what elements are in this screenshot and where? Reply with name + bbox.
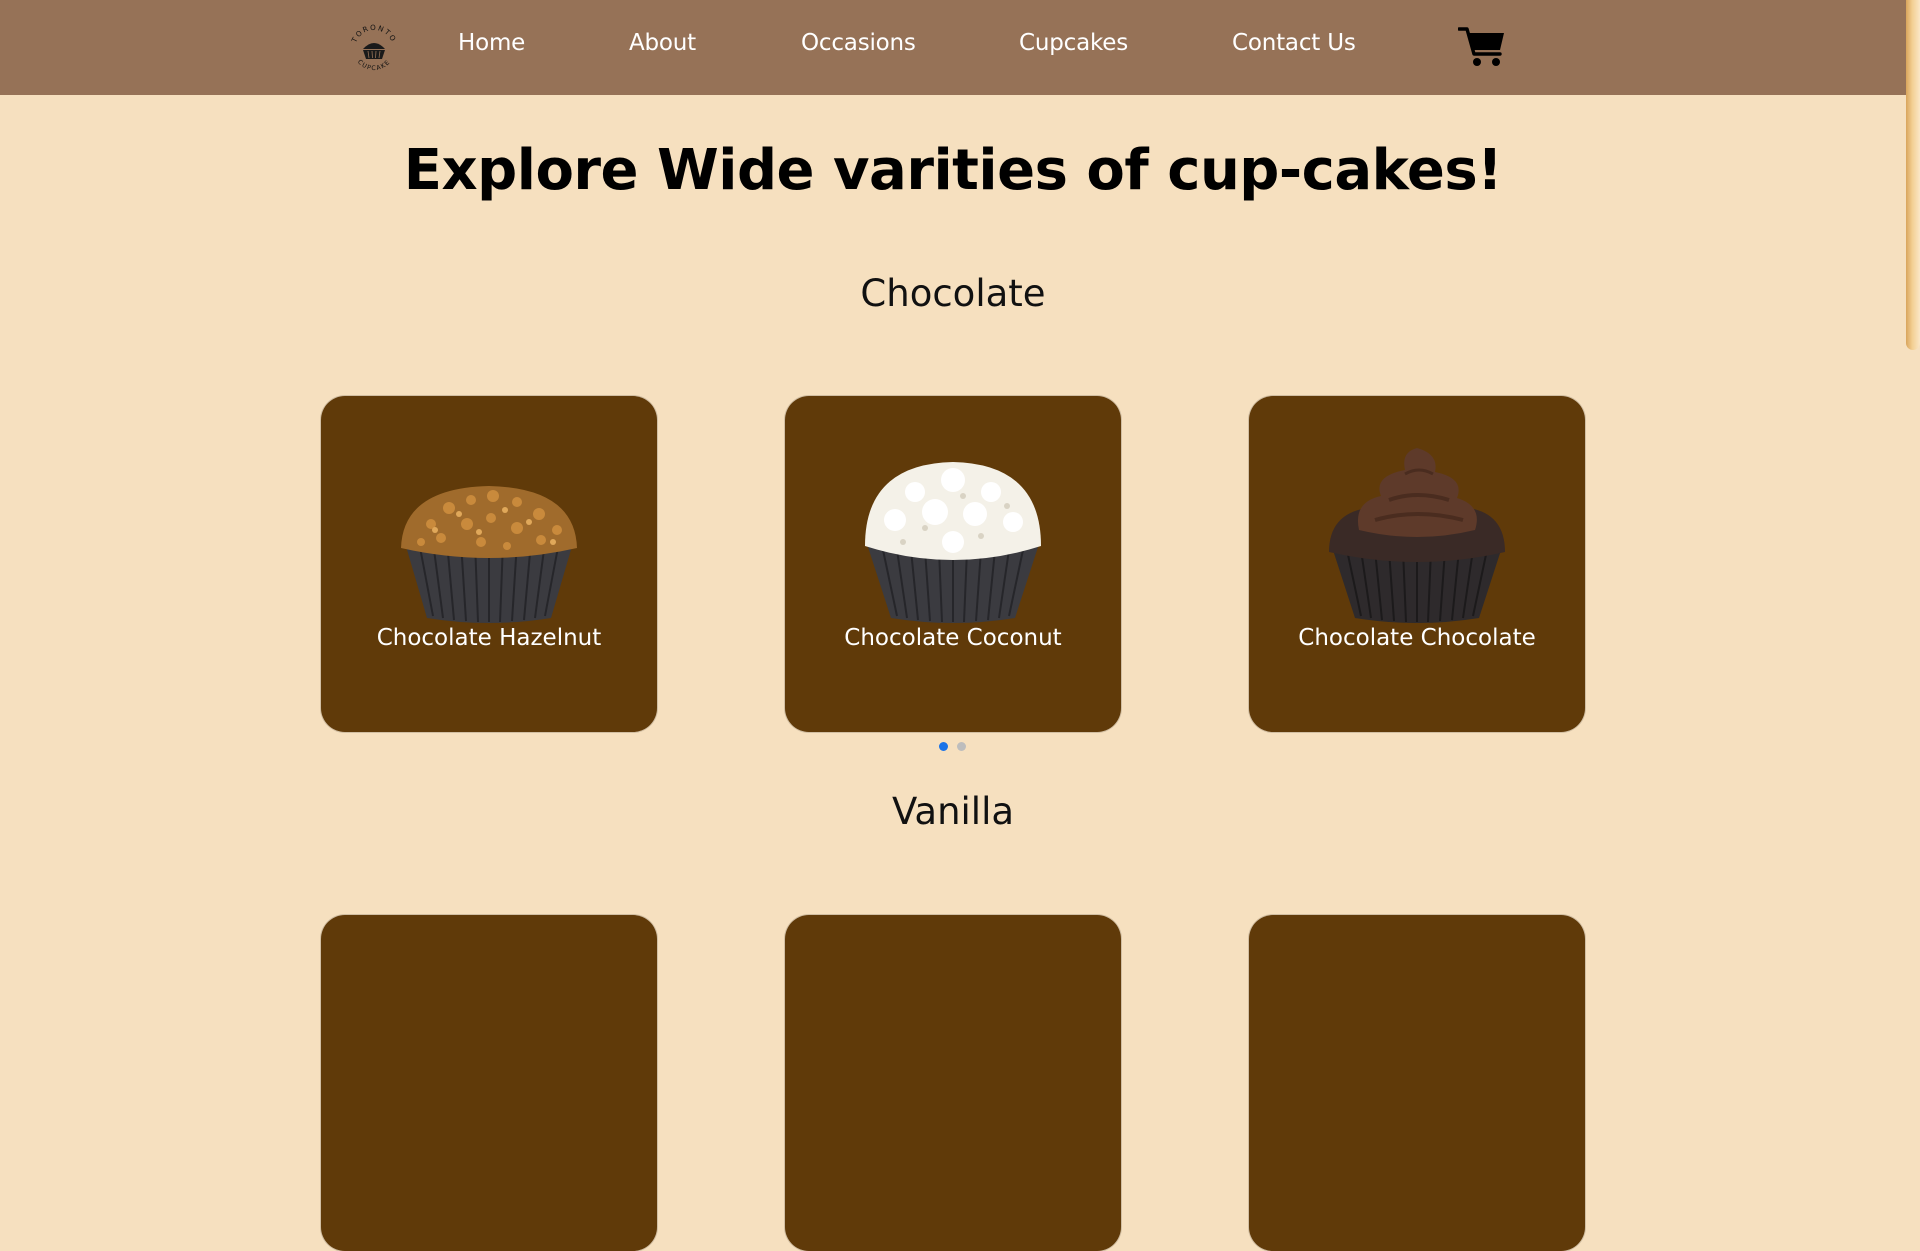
card-label: Chocolate Hazelnut <box>376 625 602 651</box>
nav-about[interactable]: About <box>629 30 696 56</box>
cupcake-card-chocolate-coconut[interactable]: Chocolate Coconut <box>785 396 1121 732</box>
nav-occasions[interactable]: Occasions <box>801 30 916 56</box>
page-scrollbar-thumb[interactable] <box>1906 0 1920 350</box>
svg-text:CUPCAKE: CUPCAKE <box>356 59 392 72</box>
carousel-dot-2[interactable] <box>957 742 966 751</box>
toronto-cupcake-logo[interactable]: TORONTO CUPCAKE <box>347 22 401 76</box>
shopping-cart-icon[interactable] <box>1458 26 1506 68</box>
cupcake-card-chocolate-hazelnut[interactable]: Chocolate Hazelnut <box>321 396 657 732</box>
nav-contact-us[interactable]: Contact Us <box>1232 30 1356 56</box>
card-label: Chocolate Chocolate <box>1298 625 1536 651</box>
page-title: Explore Wide varities of cup-cakes! <box>403 138 1503 203</box>
cupcake-card-vanilla-3[interactable] <box>1249 915 1585 1251</box>
carousel-dot-1[interactable] <box>939 742 948 751</box>
cupcake-card-vanilla-2[interactable] <box>785 915 1121 1251</box>
section-title-chocolate: Chocolate <box>860 272 1046 315</box>
coconut-cupcake-image <box>865 462 1041 623</box>
chocolate-cupcake-image <box>1329 448 1505 623</box>
site-header: TORONTO CUPCAKE Home About Occasions Cup… <box>0 0 1906 95</box>
card-label: Chocolate Coconut <box>844 625 1062 651</box>
nav-home[interactable]: Home <box>458 30 525 56</box>
svg-text:TORONTO: TORONTO <box>349 23 398 45</box>
cupcake-card-vanilla-1[interactable] <box>321 915 657 1251</box>
nav-cupcakes[interactable]: Cupcakes <box>1019 30 1128 56</box>
cupcake-card-chocolate-chocolate[interactable]: Chocolate Chocolate <box>1249 396 1585 732</box>
section-title-vanilla: Vanilla <box>891 790 1015 833</box>
hazelnut-cupcake-image <box>401 486 577 623</box>
